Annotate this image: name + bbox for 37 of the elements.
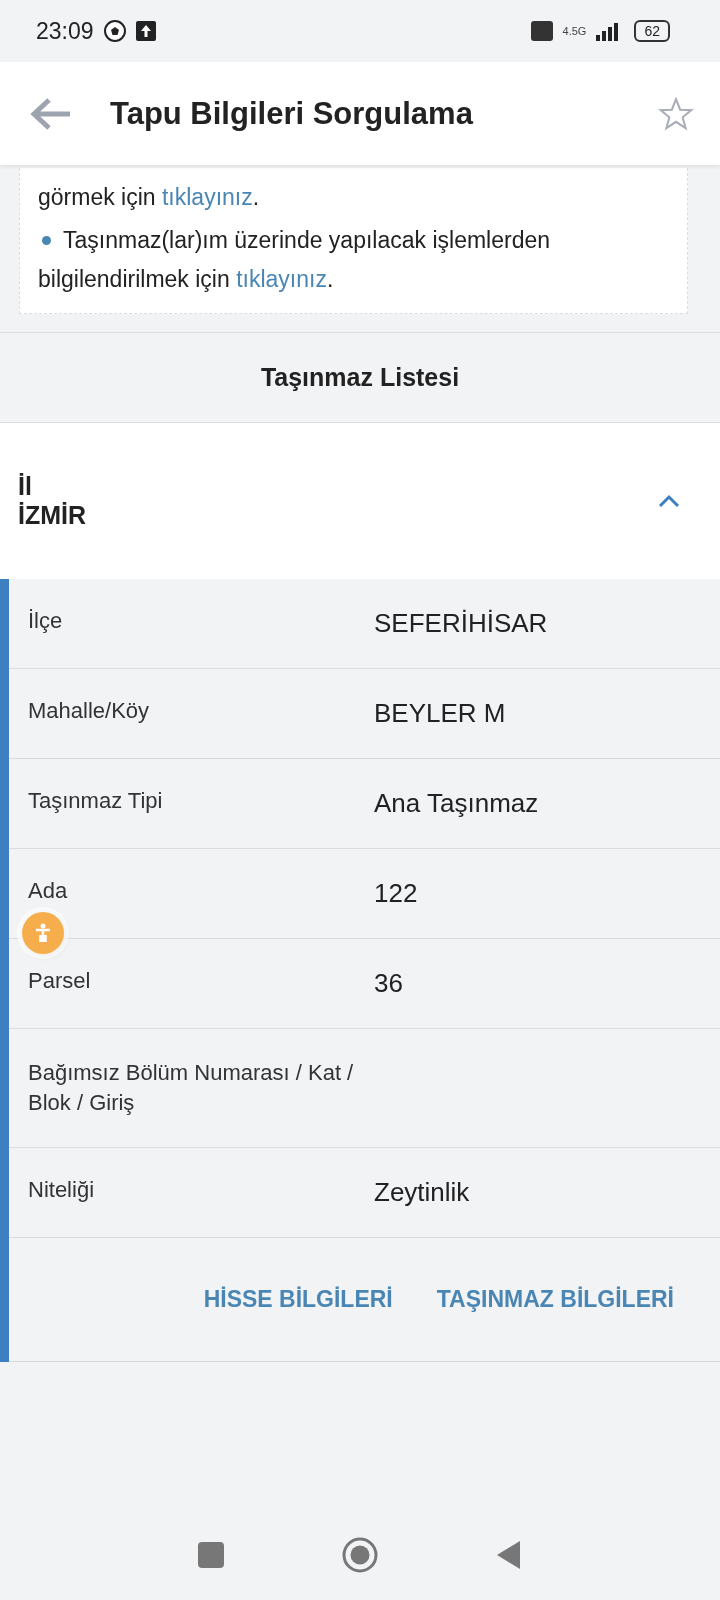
- upload-icon: [135, 21, 156, 41]
- network-type: 4.5G: [562, 25, 587, 37]
- home-icon[interactable]: [342, 1537, 378, 1573]
- bullet-icon: [42, 236, 51, 245]
- page-title: Tapu Bilgileri Sorgulama: [110, 95, 475, 132]
- accordion-header[interactable]: İl İZMİR: [0, 423, 720, 579]
- clock-time: 23:09: [36, 17, 94, 45]
- back-button[interactable]: [30, 96, 72, 131]
- text-button[interactable]: HİSSE BİLGİLERİ: [203, 1286, 393, 1313]
- field-value: 122: [374, 877, 418, 909]
- field-value: Zeytinlik: [374, 1176, 470, 1208]
- field-label: Bağımsız Bölüm Numarası / Kat / Blok / Giriş: [28, 1059, 355, 1117]
- person-icon: [33, 921, 53, 945]
- field-value: BEYLER M: [374, 697, 506, 729]
- link[interactable]: tıklayınız: [236, 266, 327, 292]
- field-value: Ana Taşınmaz: [374, 787, 539, 819]
- province-label: İl: [18, 472, 33, 501]
- field-label: Mahalle/Köy: [28, 697, 150, 725]
- info-text: görmek için tıklayınız.: [38, 183, 261, 212]
- link[interactable]: tıklayınız: [162, 184, 253, 210]
- ball-icon: [103, 20, 126, 42]
- field-label: İlçe: [28, 607, 63, 635]
- star-icon[interactable]: [658, 96, 694, 131]
- field-label: Parsel: [28, 967, 91, 995]
- field-label: Taşınmaz Tipi: [28, 787, 163, 815]
- info-text: Taşınmaz(lar)ım üzerinde yapılacak işlemlerden bilgilendirilmek için tıklayınız.: [38, 226, 552, 294]
- field-label: Niteliği: [28, 1176, 95, 1204]
- chevron-icon: [658, 494, 680, 508]
- accessibility-button[interactable]: [22, 912, 64, 954]
- battery-level: 62: [634, 20, 670, 42]
- province-value: İZMİR: [18, 501, 88, 530]
- recent-apps-icon[interactable]: [198, 1542, 224, 1568]
- back-icon[interactable]: [496, 1540, 522, 1570]
- text-button[interactable]: TAŞINMAZ BİLGİLERİ: [436, 1286, 674, 1313]
- field-value: SEFERİHİSAR: [374, 607, 548, 639]
- field-value: 36: [374, 967, 403, 999]
- field-label: Ada: [28, 877, 68, 905]
